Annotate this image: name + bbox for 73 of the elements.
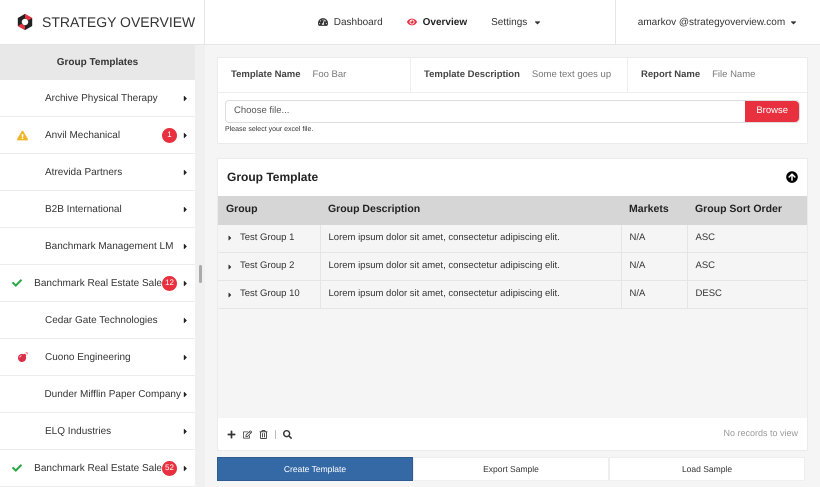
browse-button[interactable]: Browse: [745, 101, 799, 122]
collapse-button[interactable]: [786, 171, 798, 183]
delete-button[interactable]: [259, 430, 268, 438]
group-name: Test Group 2: [240, 259, 294, 274]
table-cell: Lorem ipsum dolor sit amet, consectetur adipiscing elit.: [320, 280, 621, 308]
empty-message: No records to view: [723, 427, 798, 440]
bomb-icon: [18, 352, 28, 362]
field-value: Some text goes up: [532, 68, 612, 82]
caret-icon: [226, 262, 234, 270]
table-cell: N/A: [621, 280, 687, 308]
item-label: Banchmark Real Estate Sale: [34, 462, 162, 476]
item-label: Archive Physical Therapy: [45, 92, 158, 106]
table-cell: ASC: [687, 224, 807, 252]
action-button[interactable]: Export Sample: [413, 457, 609, 481]
column-header: Group: [218, 196, 320, 224]
item-label: Dunder Mifflin Paper Company: [44, 388, 181, 402]
table-cell: Lorem ipsum dolor sit amet, consectetur adipiscing elit.: [320, 224, 621, 252]
group-name: Test Group 10: [240, 287, 300, 302]
column-header: Group Description: [320, 196, 621, 224]
check-icon: [12, 463, 22, 473]
table-cell[interactable]: Test Group 1: [218, 224, 320, 252]
eye-icon: [406, 17, 417, 27]
table-cell: N/A: [621, 252, 687, 280]
count-badge: 52: [162, 460, 177, 476]
search-button[interactable]: [283, 430, 292, 438]
group-name: Test Group 1: [240, 231, 294, 246]
warning-icon: [17, 130, 28, 140]
plus-icon: [227, 430, 236, 438]
item-label: Banchmark Real Estate Sale: [34, 276, 162, 290]
table-cell: Lorem ipsum dolor sit amet, consectetur adipiscing elit.: [320, 252, 621, 280]
item-label: Cedar Gate Technologies: [45, 314, 158, 328]
action-button[interactable]: Create Template: [217, 457, 413, 481]
user-menu[interactable]: amarkov @strategyoverview.com: [638, 14, 798, 30]
item-label: Anvil Mechanical: [45, 128, 120, 142]
item-label: Atrevida Partners: [45, 166, 122, 180]
nav-link[interactable]: Dashboard: [318, 14, 383, 30]
count-badge: 12: [162, 276, 177, 290]
caret-icon: [226, 290, 234, 298]
add-button[interactable]: [227, 430, 236, 438]
count-badge: 1: [162, 128, 177, 142]
brand-name: STRATEGY OVERVIEW: [42, 12, 196, 32]
table-cell: DESC: [687, 280, 807, 308]
card-title: Group Template: [227, 169, 318, 186]
field-label: Template Description: [424, 68, 520, 82]
item-label: ELQ Industries: [45, 424, 112, 438]
file-field[interactable]: Choose file... Browse: [225, 100, 800, 123]
field-value: Foo Bar: [312, 68, 346, 82]
table-cell: N/A: [621, 224, 687, 252]
field-label: Report Name: [641, 68, 700, 82]
table-cell[interactable]: Test Group 2: [218, 252, 320, 280]
item-label: B2B International: [45, 202, 122, 216]
trash-icon: [259, 430, 268, 438]
field-label: Template Name: [231, 68, 301, 82]
nav-link[interactable]: Overview: [406, 14, 468, 30]
table-cell: ASC: [687, 252, 807, 280]
item-label: Banchmark Management LM: [45, 240, 174, 254]
item-label: Cuono Engineering: [45, 350, 131, 364]
arrow-up-icon: [786, 171, 798, 183]
edit-button[interactable]: [243, 430, 252, 438]
action-button[interactable]: Load Sample: [609, 457, 805, 481]
search-icon: [283, 430, 292, 438]
nav-link[interactable]: Settings: [491, 14, 542, 30]
dashboard-icon: [318, 17, 328, 27]
edit-icon: [243, 430, 252, 438]
column-header: Group Sort Order: [687, 196, 807, 224]
caret-icon: [226, 234, 234, 242]
logo-icon: [16, 13, 34, 31]
column-header: Markets: [621, 196, 687, 224]
sidebar-header: Group Templates: [0, 45, 195, 80]
field-value: File Name: [712, 68, 756, 82]
table-cell[interactable]: Test Group 10: [218, 280, 320, 308]
scrollbar-thumb[interactable]: [198, 265, 202, 283]
check-icon: [12, 278, 22, 288]
